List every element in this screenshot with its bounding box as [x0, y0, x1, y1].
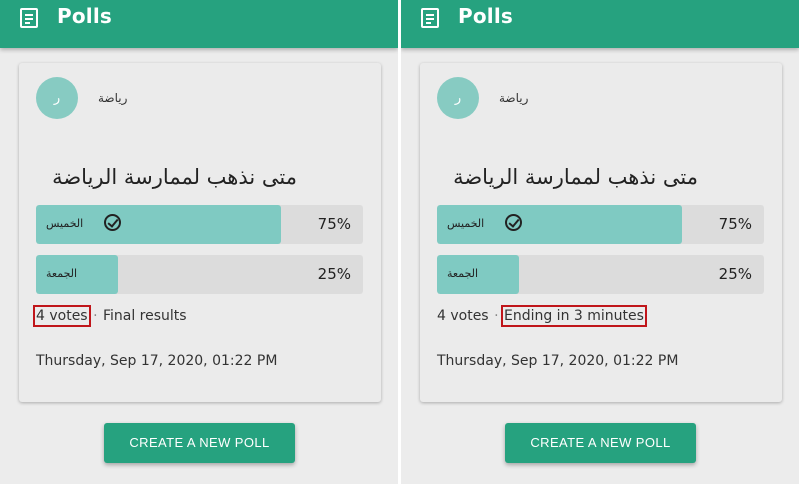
poll-option-friday[interactable]: الجمعة 25% [437, 255, 764, 294]
check-circle-icon [505, 214, 522, 231]
option-label: الخميس [447, 217, 485, 230]
poll-timestamp: Thursday, Sep 17, 2020, 01:22 PM [36, 353, 278, 369]
option-percent: 25% [718, 265, 752, 283]
app-bar-title: Polls [57, 4, 113, 28]
option-label: الجمعة [46, 267, 78, 280]
poll-meta: 4 votes · Final results [33, 305, 187, 327]
vote-count: 4 votes [33, 305, 91, 327]
author-name: رياضة [499, 91, 529, 105]
poll-option-friday[interactable]: الجمعة 25% [36, 255, 363, 294]
poll-status: Final results [102, 308, 187, 324]
poll-option-thursday[interactable]: الخميس 75% [36, 205, 363, 244]
vote-count: 4 votes [437, 308, 489, 324]
option-label: الجمعة [447, 267, 479, 280]
app-bar-title: Polls [458, 4, 514, 28]
option-percent: 75% [317, 215, 351, 233]
poll-status: Ending in 3 minutes [500, 305, 647, 327]
poll-screen-ending: Polls ر رياضة متى نذهب لممارسة الرياضة ا… [401, 0, 799, 484]
poll-option-thursday[interactable]: الخميس 75% [437, 205, 764, 244]
poll-question: متى نذهب لممارسة الرياضة [52, 165, 297, 189]
option-label: الخميس [46, 217, 84, 230]
poll-question: متى نذهب لممارسة الرياضة [453, 165, 698, 189]
create-poll-button[interactable]: CREATE A NEW POLL [505, 423, 696, 463]
meta-separator: · [494, 308, 499, 324]
create-poll-button[interactable]: CREATE A NEW POLL [104, 423, 295, 463]
option-percent: 75% [718, 215, 752, 233]
meta-separator: · [93, 308, 98, 324]
poll-timestamp: Thursday, Sep 17, 2020, 01:22 PM [437, 353, 679, 369]
avatar[interactable]: ر [437, 77, 479, 119]
document-list-icon [421, 8, 439, 28]
poll-card: ر رياضة متى نذهب لممارسة الرياضة الخميس … [420, 63, 782, 402]
poll-screen-final: Polls ر رياضة متى نذهب لممارسة الرياضة ا… [0, 0, 398, 484]
poll-card: ر رياضة متى نذهب لممارسة الرياضة الخميس … [19, 63, 381, 402]
avatar[interactable]: ر [36, 77, 78, 119]
author-name: رياضة [98, 91, 128, 105]
check-circle-icon [104, 214, 121, 231]
app-bar: Polls [401, 0, 799, 48]
option-percent: 25% [317, 265, 351, 283]
document-list-icon [20, 8, 38, 28]
app-bar: Polls [0, 0, 398, 48]
poll-meta: 4 votes · Ending in 3 minutes [437, 305, 647, 327]
